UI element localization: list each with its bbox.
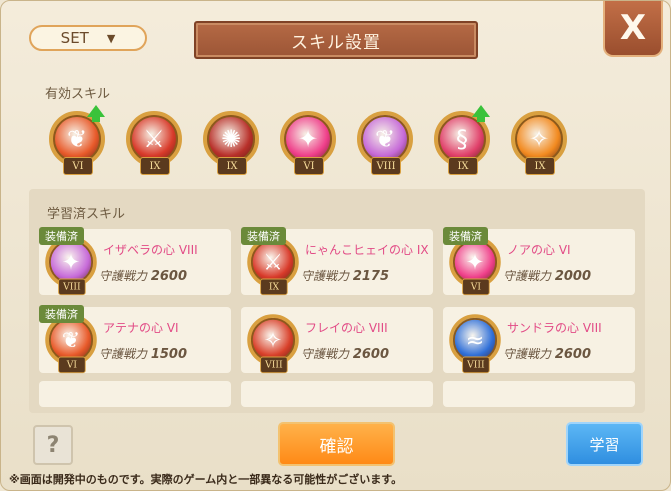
skill-medal[interactable]: ✧ VIII <box>247 314 299 374</box>
learned-skills-label: 学習済スキル <box>47 207 126 222</box>
empty-slot <box>39 381 231 407</box>
learned-skill-card[interactable]: ✧ VIII フレイの心 VIII 守護戦力 2600 <box>241 307 433 374</box>
skill-rank-badge: VIII <box>371 157 401 175</box>
skill-name: サンドラの心 VIII <box>507 321 602 335</box>
power-label: 守護戦力 <box>99 269 151 283</box>
skill-rank-badge: VI <box>462 278 490 296</box>
upgrade-arrow-icon <box>472 105 490 122</box>
learn-button[interactable]: 学習 <box>566 422 643 466</box>
skill-rank-badge: IX <box>260 278 288 296</box>
power-value: 2600 <box>150 269 188 284</box>
skill-medal[interactable]: § IX <box>434 105 490 175</box>
skill-rank-badge: VIII <box>462 356 490 374</box>
equipped-badge: 装備済 <box>39 227 84 245</box>
help-button[interactable]: ? <box>33 425 73 465</box>
power-label: 守護戦力 <box>301 347 353 361</box>
skill-rank-badge: IX <box>448 157 478 175</box>
skill-rank-badge: IX <box>140 157 170 175</box>
skill-power: 守護戦力 2600 <box>99 267 187 284</box>
equipped-badge: 装備済 <box>241 227 286 245</box>
skill-rank-badge: VI <box>294 157 324 175</box>
power-value: 2600 <box>352 347 390 362</box>
skill-rank-badge: VI <box>63 157 93 175</box>
skill-rank-badge: VI <box>58 356 86 374</box>
learned-skill-card[interactable]: ⚔ IX 装備済 にゃんこヒェイの心 IX 守護戦力 2175 <box>241 227 433 296</box>
skill-power: 守護戦力 2600 <box>301 345 389 362</box>
power-value: 2600 <box>554 347 592 362</box>
skill-medal[interactable]: ✺ IX <box>203 111 259 175</box>
power-value: 2175 <box>352 269 390 284</box>
learned-skills-panel: 学習済スキル ✦ VIII 装備済 イザベラの心 VIII 守護戦力 2600 ⚔ IX 装備… <box>29 189 645 413</box>
skill-name: ノアの心 VI <box>507 243 571 257</box>
skill-rank-badge: IX <box>217 157 247 175</box>
power-label: 守護戦力 <box>503 347 555 361</box>
skill-name: にゃんこヒェイの心 IX <box>305 243 429 257</box>
skill-medal[interactable]: ❦ VI <box>49 105 105 175</box>
skill-medal[interactable]: ✧ IX <box>511 111 567 175</box>
skill-name: イザベラの心 VIII <box>103 243 198 257</box>
upgrade-arrow-icon <box>87 105 105 122</box>
learned-skill-card[interactable]: ✦ VIII 装備済 イザベラの心 VIII 守護戦力 2600 <box>39 227 231 296</box>
empty-slot <box>241 381 433 407</box>
skill-rank-badge: VIII <box>58 278 86 296</box>
dialog-title: スキル設置 <box>194 21 478 59</box>
skill-name: アテナの心 VI <box>103 321 179 335</box>
active-skills-label: 有効スキル <box>45 87 111 102</box>
skill-medal[interactable]: ≈ VIII <box>449 314 501 374</box>
skill-power: 守護戦力 2175 <box>301 267 389 284</box>
empty-slot <box>443 381 635 407</box>
equipped-badge: 装備済 <box>443 227 488 245</box>
question-icon: ? <box>46 432 60 458</box>
skill-power: 守護戦力 1500 <box>99 345 187 362</box>
close-icon: X <box>619 8 647 48</box>
skill-power: 守護戦力 2000 <box>503 267 591 284</box>
learned-skill-card[interactable]: ✦ VI 装備済 ノアの心 VI 守護戦力 2000 <box>443 227 635 296</box>
confirm-button[interactable]: 確認 <box>278 422 395 466</box>
power-value: 1500 <box>150 347 188 362</box>
skill-setup-dialog: SET ▼ スキル設置 X 有効スキル ❦ VI ⚔ IX ✺ IX ✦ VI ❦ VIII § IX… <box>0 0 671 491</box>
close-button[interactable]: X <box>603 1 663 57</box>
skill-rank-badge: IX <box>525 157 555 175</box>
skill-medal[interactable]: ⚔ IX <box>126 111 182 175</box>
chevron-down-icon: ▼ <box>106 31 116 45</box>
learned-skill-card[interactable]: ≈ VIII サンドラの心 VIII 守護戦力 2600 <box>443 307 635 374</box>
power-label: 守護戦力 <box>503 269 555 283</box>
skill-rank-badge: VIII <box>260 356 288 374</box>
skill-medal[interactable]: ❦ VIII <box>357 111 413 175</box>
skill-power: 守護戦力 2600 <box>503 345 591 362</box>
power-label: 守護戦力 <box>99 347 151 361</box>
set-dropdown[interactable]: SET ▼ <box>29 25 147 51</box>
power-label: 守護戦力 <box>301 269 353 283</box>
skill-name: フレイの心 VIII <box>305 321 388 335</box>
equipped-badge: 装備済 <box>39 305 84 323</box>
skill-medal[interactable]: ✦ VI <box>280 111 336 175</box>
power-value: 2000 <box>554 269 592 284</box>
learned-skill-card[interactable]: ❦ VI 装備済 アテナの心 VI 守護戦力 1500 <box>39 305 231 374</box>
disclaimer-text: ※画面は開発中のものです。実際のゲーム内と一部異なる可能性がございます。 <box>9 473 403 486</box>
set-label: SET <box>60 29 89 47</box>
